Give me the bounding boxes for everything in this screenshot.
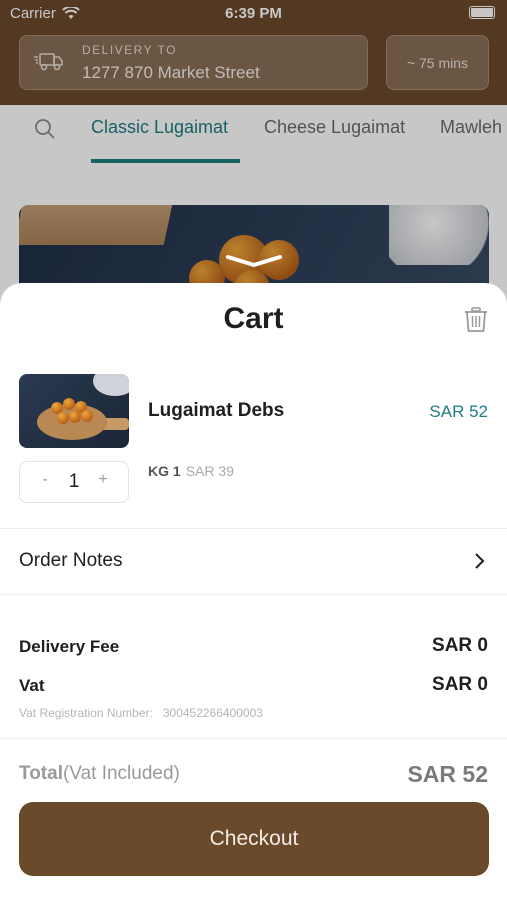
quantity-stepper: - 1 + [19,461,129,503]
item-meta: KG 1 SAR 39 [148,463,234,479]
order-notes-label: Order Notes [19,550,123,571]
vat-registration-label: Vat Registration Number: [19,706,153,720]
vat-registration-number: 300452266400003 [162,706,263,720]
cart-title: Cart [223,302,284,335]
item-price: SAR 52 [429,402,488,421]
item-unit-price: SAR 39 [185,463,234,479]
checkout-button[interactable]: Checkout [19,802,489,876]
total-vat-note: (Vat Included) [62,763,180,784]
chevron-right-icon [475,553,485,569]
trash-icon[interactable] [464,307,488,333]
increase-quantity-button[interactable]: + [88,471,118,489]
chevron-down-icon[interactable] [225,253,283,269]
vat-label: Vat [19,676,45,695]
delivery-fee-value: SAR 0 [432,635,488,656]
delivery-fee-label: Delivery Fee [19,637,120,656]
item-unit: KG 1 [148,463,181,479]
total-label: Total(Vat Included) [19,763,180,785]
divider [0,594,507,595]
vat-value: SAR 0 [432,674,488,695]
order-notes-row[interactable]: Order Notes [0,528,507,594]
cart-sheet: Cart Lugaimat Debs SAR 52 - 1 + KG 1 SAR … [0,283,507,900]
total-text: Total [19,763,63,784]
item-thumbnail [19,374,129,448]
item-name: Lugaimat Debs [148,400,285,421]
divider [0,738,507,739]
vat-registration: Vat Registration Number: 300452266400003 [19,706,263,720]
total-value: SAR 52 [407,761,488,787]
